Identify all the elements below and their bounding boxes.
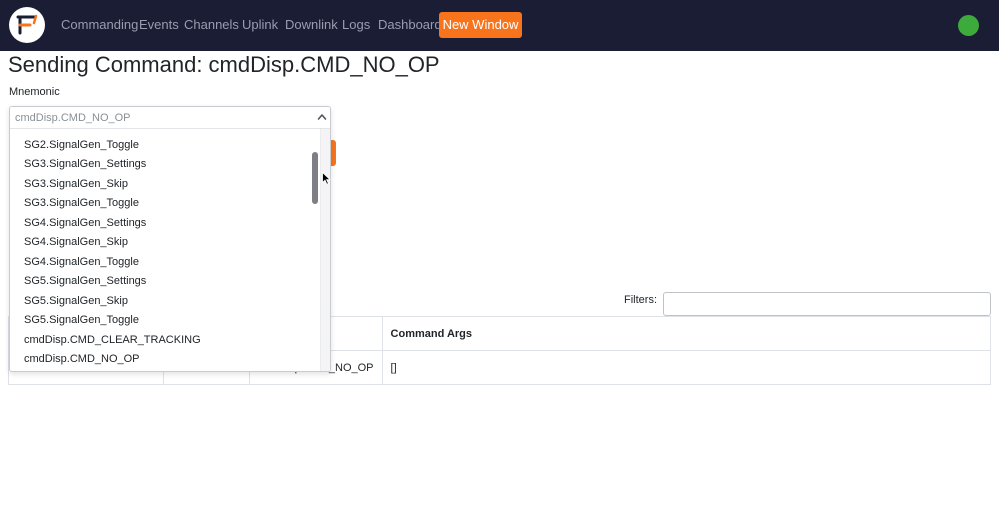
list-item[interactable]: SG5.SignalGen_Settings [24, 275, 146, 287]
mnemonic-label: Mnemonic [9, 86, 60, 98]
logo-icon [16, 14, 38, 35]
list-item[interactable]: SG3.SignalGen_Settings [24, 158, 146, 170]
list-item[interactable]: cmdDisp.CMD_CLEAR_TRACKING [24, 334, 201, 346]
page-title: Sending Command: cmdDisp.CMD_NO_OP [8, 52, 440, 77]
list-item[interactable]: SG4.SignalGen_Settings [24, 217, 146, 229]
list-item[interactable]: SG5.SignalGen_Skip [24, 295, 128, 307]
list-item-selected[interactable]: cmdDisp.CMD_NO_OP [24, 353, 140, 365]
options-scrollbar-track[interactable] [320, 129, 330, 371]
column-header-command-args[interactable]: Command Args [381, 316, 992, 351]
nav-link-downlink[interactable]: Downlink [285, 17, 338, 32]
list-item-partial[interactable] [24, 129, 27, 135]
new-window-button[interactable]: New Window [439, 12, 522, 38]
connection-status-indicator [958, 15, 979, 36]
filters-label: Filters: [624, 294, 657, 306]
list-item[interactable]: SG4.SignalGen_Toggle [24, 256, 139, 268]
top-navbar: Commanding Events Channels Uplink Downli… [0, 0, 999, 51]
filters-input[interactable] [663, 292, 991, 316]
mnemonic-combobox[interactable]: SG2.SignalGen_Toggle SG3.SignalGen_Setti… [9, 106, 331, 372]
table-cell-command-args: [] [381, 350, 992, 385]
list-item[interactable]: SG3.SignalGen_Skip [24, 178, 128, 190]
nav-link-logs[interactable]: Logs [342, 17, 370, 32]
list-item[interactable]: SG5.SignalGen_Toggle [24, 314, 139, 326]
nav-link-events[interactable]: Events [139, 17, 179, 32]
nav-link-dashboard[interactable]: Dashboard [378, 17, 442, 32]
list-item[interactable]: SG2.SignalGen_Toggle [24, 139, 139, 151]
mnemonic-options-list[interactable]: SG2.SignalGen_Toggle SG3.SignalGen_Setti… [10, 129, 320, 371]
options-scrollbar-thumb[interactable] [312, 152, 318, 204]
nav-link-commanding[interactable]: Commanding [61, 17, 138, 32]
list-item[interactable]: SG4.SignalGen_Skip [24, 236, 128, 248]
fprime-logo[interactable] [9, 7, 45, 43]
nav-link-uplink[interactable]: Uplink [242, 17, 278, 32]
list-item[interactable]: SG3.SignalGen_Toggle [24, 197, 139, 209]
nav-link-channels[interactable]: Channels [184, 17, 239, 32]
mouse-cursor-icon [322, 172, 331, 185]
mnemonic-search-input[interactable] [10, 107, 330, 129]
chevron-up-icon[interactable] [317, 111, 327, 123]
